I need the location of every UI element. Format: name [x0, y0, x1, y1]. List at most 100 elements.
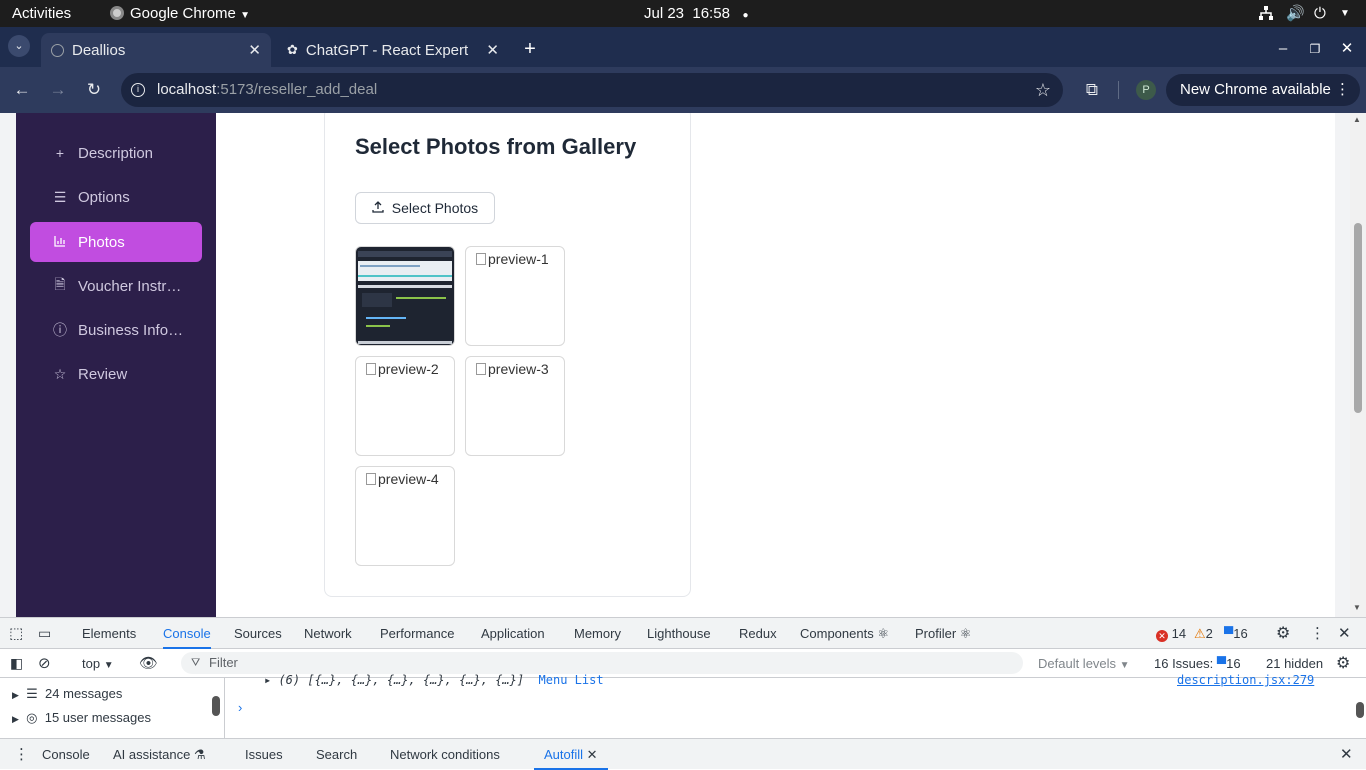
scrollbar-thumb[interactable]: [1354, 223, 1362, 413]
bookmark-star-icon[interactable]: ☆: [1035, 73, 1051, 107]
issues-count: 16: [1226, 656, 1241, 671]
drawer-tab-ai-assistance[interactable]: AI assistance ⚗: [113, 739, 206, 770]
drawer-tab-autofill[interactable]: Autofill ✕: [534, 739, 608, 770]
sidebar-scrollbar[interactable]: [212, 696, 220, 716]
site-info-icon[interactable]: i: [131, 83, 145, 97]
sidebar-item-voucher[interactable]: 🗎 Voucher Instru…: [30, 266, 202, 306]
forward-icon[interactable]: →: [46, 78, 70, 102]
console-log-line[interactable]: ▸ (6) [{…}, {…}, {…}, {…}, {…}, {…}] Men…: [264, 673, 604, 687]
error-counter[interactable]: ✕ 14: [1156, 618, 1186, 649]
update-chrome-button[interactable]: New Chrome available ⋮: [1166, 74, 1360, 106]
date-text: Jul 23: [644, 5, 685, 22]
tab-application[interactable]: Application: [481, 618, 545, 649]
tab-components[interactable]: Components ⚛: [800, 618, 889, 649]
close-tab-icon[interactable]: ✕: [587, 747, 598, 762]
photos-card: Select Photos from Gallery Select Photos: [324, 113, 691, 597]
profile-avatar[interactable]: P: [1136, 80, 1156, 100]
console-prompt-icon[interactable]: ›: [238, 700, 242, 715]
new-tab-icon[interactable]: +: [518, 37, 542, 61]
console-filter-bar: ◧ ⊘ top ▼ 👁 ⛛ Filter Default levels ▼ 16…: [0, 649, 1366, 678]
clear-console-icon[interactable]: ⊘: [38, 649, 51, 678]
minimize-icon[interactable]: –: [1271, 37, 1295, 61]
photo-thumbnail-3[interactable]: preview-3: [465, 356, 565, 456]
photo-thumbnail-1[interactable]: preview-1: [465, 246, 565, 346]
devtools-close-icon[interactable]: ✕: [1338, 618, 1351, 649]
scroll-up-icon[interactable]: ▲: [1353, 115, 1361, 124]
sidebar-item-messages[interactable]: ▶ ☰ 24 messages: [12, 686, 122, 702]
warning-icon: ⚠: [1194, 626, 1206, 641]
reload-icon[interactable]: ↻: [82, 78, 106, 102]
devtools-settings-icon[interactable]: ⚙: [1276, 618, 1290, 649]
maximize-icon[interactable]: ❐: [1303, 37, 1327, 61]
drawer-tab-issues[interactable]: Issues: [245, 739, 283, 770]
sidebar-item-label: 24 messages: [45, 686, 123, 701]
live-expression-eye-icon[interactable]: 👁: [139, 649, 158, 678]
tab-performance[interactable]: Performance: [380, 618, 454, 649]
sidebar-item-label: Options: [78, 188, 130, 206]
sidebar-item-description[interactable]: + Description: [30, 133, 202, 173]
broken-image-alt: preview-1: [476, 251, 549, 267]
tab-deallios[interactable]: Deallios ✕: [41, 33, 271, 67]
info-counter[interactable]: ▀16: [1224, 618, 1248, 649]
tab-elements[interactable]: Elements: [82, 618, 136, 649]
tab-memory[interactable]: Memory: [574, 618, 621, 649]
devtools-more-icon[interactable]: ⋮: [1310, 618, 1325, 649]
volume-icon[interactable]: 🔊: [1286, 0, 1305, 27]
drawer-tab-console[interactable]: Console: [42, 739, 90, 770]
console-filter-input[interactable]: ⛛ Filter: [181, 652, 1023, 674]
photo-thumbnail-0[interactable]: [355, 246, 455, 346]
close-tab-icon[interactable]: ✕: [486, 41, 499, 59]
globe-icon: [51, 43, 64, 57]
sidebar-item-photos[interactable]: Photos: [30, 222, 202, 262]
sidebar-item-user-messages[interactable]: ▶ ◎ 15 user messages: [12, 710, 151, 726]
tab-console[interactable]: Console: [163, 618, 211, 649]
system-menu-caret-icon[interactable]: ▼: [1340, 0, 1350, 27]
power-icon[interactable]: ⏻: [1314, 0, 1326, 27]
context-selector[interactable]: top ▼: [82, 649, 114, 678]
device-toolbar-icon[interactable]: ▭: [38, 618, 51, 649]
tab-profiler[interactable]: Profiler ⚛: [915, 618, 971, 649]
drawer-menu-icon[interactable]: ⋮: [14, 739, 29, 770]
page-title: Select Photos from Gallery: [355, 134, 637, 159]
log-levels-dropdown[interactable]: Default levels ▼: [1038, 649, 1130, 678]
photo-thumbnail-4[interactable]: preview-4: [355, 466, 455, 566]
tab-search-icon[interactable]: ⌄: [8, 35, 30, 57]
drawer-tab-network-conditions[interactable]: Network conditions: [390, 739, 500, 770]
console-settings-icon[interactable]: ⚙: [1336, 649, 1350, 678]
sidebar-item-label: Business Infor…: [78, 321, 188, 339]
activities-button[interactable]: Activities: [12, 0, 71, 27]
photo-thumbnail-2[interactable]: preview-2: [355, 356, 455, 456]
kebab-menu-icon: ⋮: [1335, 81, 1350, 98]
tab-sources[interactable]: Sources: [234, 618, 282, 649]
chart-icon: [52, 234, 68, 250]
sidebar-item-business[interactable]: ⓘ Business Infor…: [30, 310, 202, 350]
close-window-icon[interactable]: ✕: [1335, 37, 1359, 61]
tab-redux[interactable]: Redux: [739, 618, 777, 649]
warning-counter[interactable]: ⚠2: [1194, 618, 1213, 649]
console-scrollbar[interactable]: [1356, 702, 1364, 718]
drawer-tab-search[interactable]: Search: [316, 739, 357, 770]
inspect-element-icon[interactable]: ⬚: [9, 618, 23, 649]
sidebar-item-review[interactable]: ☆ Review: [30, 354, 202, 394]
tab-network[interactable]: Network: [304, 618, 352, 649]
scroll-down-icon[interactable]: ▼: [1353, 603, 1361, 612]
issues-label: 16 Issues:: [1154, 656, 1214, 671]
address-bar[interactable]: i localhost:5173/reseller_add_deal ☆: [121, 73, 1063, 107]
app-menu[interactable]: Google Chrome ▼: [110, 0, 250, 27]
clock[interactable]: Jul 23 16:58 ●: [644, 0, 748, 27]
page-scrollbar[interactable]: ▲ ▼: [1350, 113, 1366, 617]
tab-chatgpt[interactable]: ✿ ChatGPT - React Expert ✕: [277, 33, 509, 67]
tab-lighthouse[interactable]: Lighthouse: [647, 618, 711, 649]
caret-down-icon: ▼: [103, 660, 114, 671]
sidebar-item-options[interactable]: ☰ Options: [30, 177, 202, 217]
drawer-close-icon[interactable]: ✕: [1340, 739, 1353, 770]
extensions-icon[interactable]: ⧉: [1080, 78, 1104, 102]
back-icon[interactable]: ←: [10, 78, 34, 102]
select-photos-button[interactable]: Select Photos: [355, 192, 495, 224]
close-tab-icon[interactable]: ✕: [248, 41, 261, 59]
network-icon[interactable]: [1258, 0, 1274, 27]
log-source-link[interactable]: description.jsx:279: [1177, 673, 1314, 687]
update-label: New Chrome available: [1180, 81, 1331, 98]
drawer-tab-label: Autofill: [544, 747, 584, 762]
sidebar-toggle-icon[interactable]: ◧: [10, 649, 23, 678]
